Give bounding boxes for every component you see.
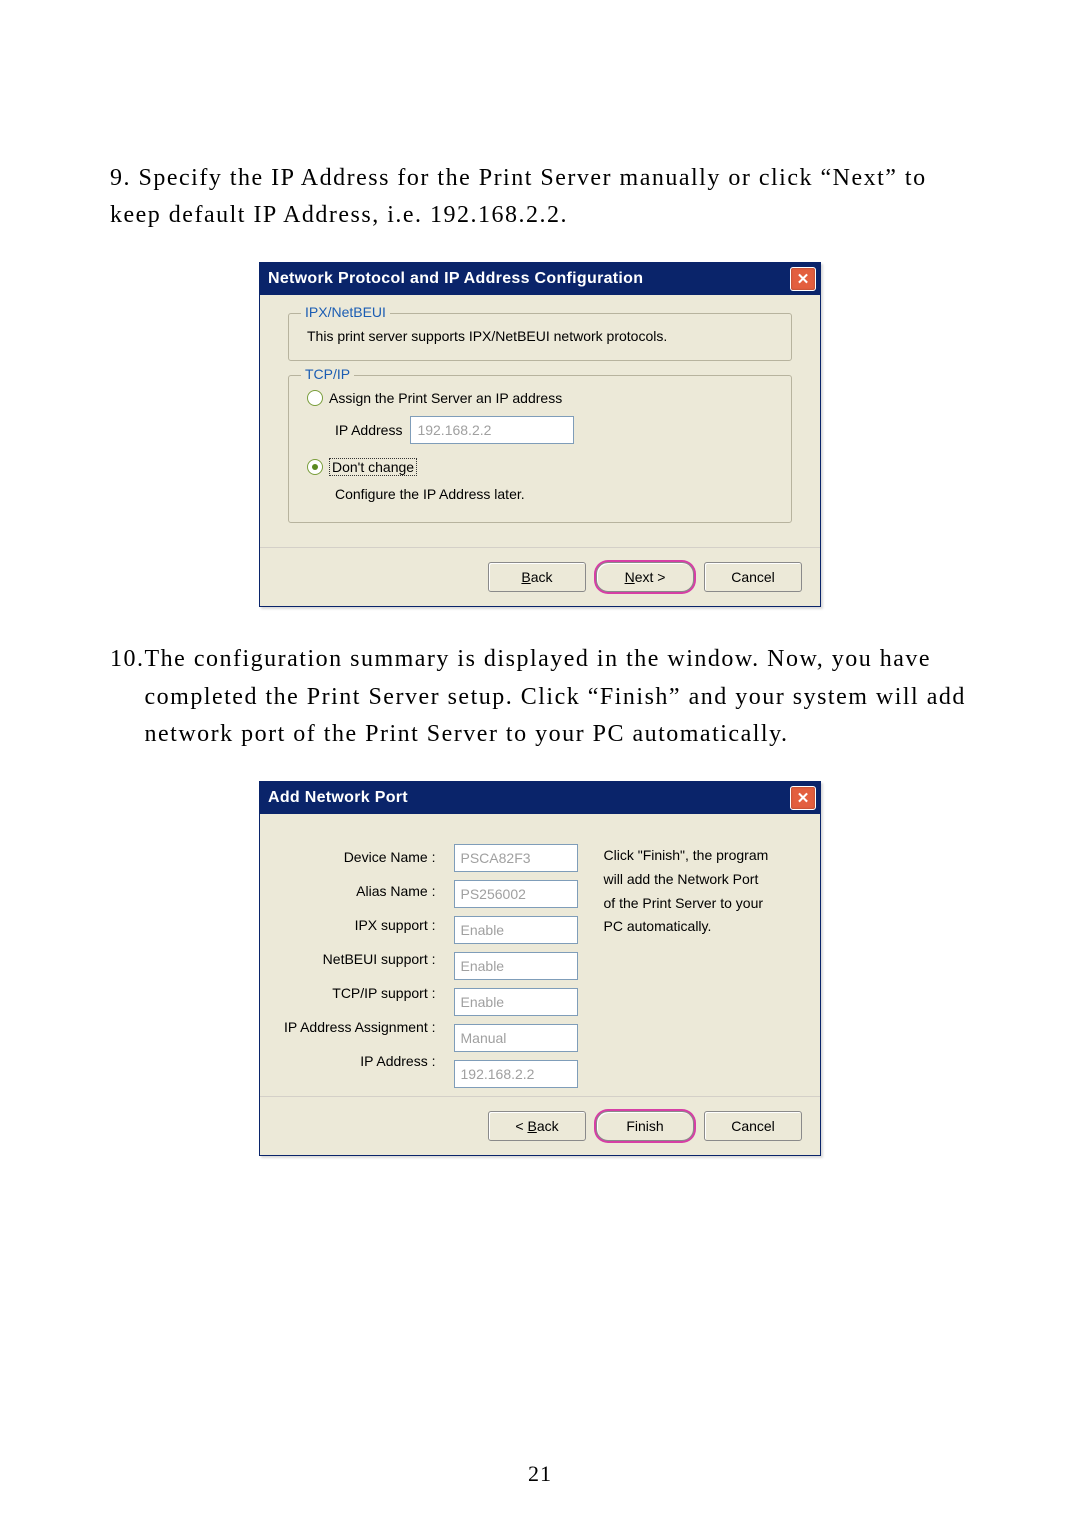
dialog-network-protocol: Network Protocol and IP Address Configur…	[259, 262, 821, 607]
label-tcpip-support: TCP/IP support :	[332, 980, 435, 1006]
cancel-button[interactable]: Cancel	[704, 1111, 802, 1141]
button-row: Back Next > Cancel	[260, 547, 820, 606]
step-10: 10. The configuration summary is display…	[110, 641, 970, 753]
titlebar-2: Add Network Port ✕	[260, 782, 820, 814]
groupbox-ipx: IPX/NetBEUI This print server supports I…	[288, 313, 792, 361]
value-ip-assignment: Manual	[454, 1024, 578, 1052]
groupbox-tcpip-title: TCP/IP	[301, 366, 354, 382]
value-ip-address: 192.168.2.2	[454, 1060, 578, 1088]
configure-later-text: Configure the IP Address later.	[335, 486, 773, 502]
dialog-add-network-port: Add Network Port ✕ Device Name : Alias N…	[259, 781, 821, 1156]
groupbox-ipx-title: IPX/NetBEUI	[301, 304, 390, 320]
radio-dont-change[interactable]: Don't change	[307, 458, 773, 476]
button-row-2: < Back Finish Cancel	[260, 1096, 820, 1155]
value-alias-name: PS256002	[454, 880, 578, 908]
step-9-num: 9.	[110, 165, 131, 191]
back-button[interactable]: < Back	[488, 1111, 586, 1141]
label-netbeui-support: NetBEUI support :	[323, 946, 436, 972]
step-10-body: The configuration summary is displayed i…	[145, 641, 971, 753]
value-device-name: PSCA82F3	[454, 844, 578, 872]
back-button[interactable]: Back	[488, 562, 586, 592]
radio-checked-icon	[307, 459, 323, 475]
cancel-button[interactable]: Cancel	[704, 562, 802, 592]
finish-button[interactable]: Finish	[596, 1111, 694, 1141]
page-number: 21	[0, 1461, 1080, 1487]
ipx-text: This print server supports IPX/NetBEUI n…	[307, 328, 773, 344]
value-tcpip-support: Enable	[454, 988, 578, 1016]
radio-assign[interactable]: Assign the Print Server an IP address	[307, 390, 773, 406]
label-ip-assignment: IP Address Assignment :	[284, 1014, 436, 1040]
value-netbeui-support: Enable	[454, 952, 578, 980]
dialog-title: Network Protocol and IP Address Configur…	[268, 270, 643, 288]
radio-assign-label: Assign the Print Server an IP address	[329, 390, 562, 406]
step-9: 9. Specify the IP Address for the Print …	[110, 160, 970, 234]
label-alias-name: Alias Name :	[356, 878, 435, 904]
step-10-num: 10.	[110, 641, 145, 753]
titlebar: Network Protocol and IP Address Configur…	[260, 263, 820, 295]
dialog2-title: Add Network Port	[268, 789, 408, 807]
instruction-text: Click "Finish", the program will add the…	[596, 844, 797, 1088]
label-ip-address: IP Address :	[360, 1048, 435, 1074]
close-icon[interactable]: ✕	[790, 267, 816, 291]
ip-address-input[interactable]: 192.168.2.2	[410, 416, 574, 444]
close-icon[interactable]: ✕	[790, 786, 816, 810]
next-button[interactable]: Next >	[596, 562, 694, 592]
radio-dont-label: Don't change	[329, 458, 417, 476]
value-ipx-support: Enable	[454, 916, 578, 944]
label-ipx-support: IPX support :	[355, 912, 436, 938]
step-9-body: Specify the IP Address for the Print Ser…	[110, 165, 927, 228]
groupbox-tcpip: TCP/IP Assign the Print Server an IP add…	[288, 375, 792, 523]
radio-unchecked-icon	[307, 390, 323, 406]
label-device-name: Device Name :	[344, 844, 436, 870]
ip-address-label: IP Address	[335, 422, 402, 438]
